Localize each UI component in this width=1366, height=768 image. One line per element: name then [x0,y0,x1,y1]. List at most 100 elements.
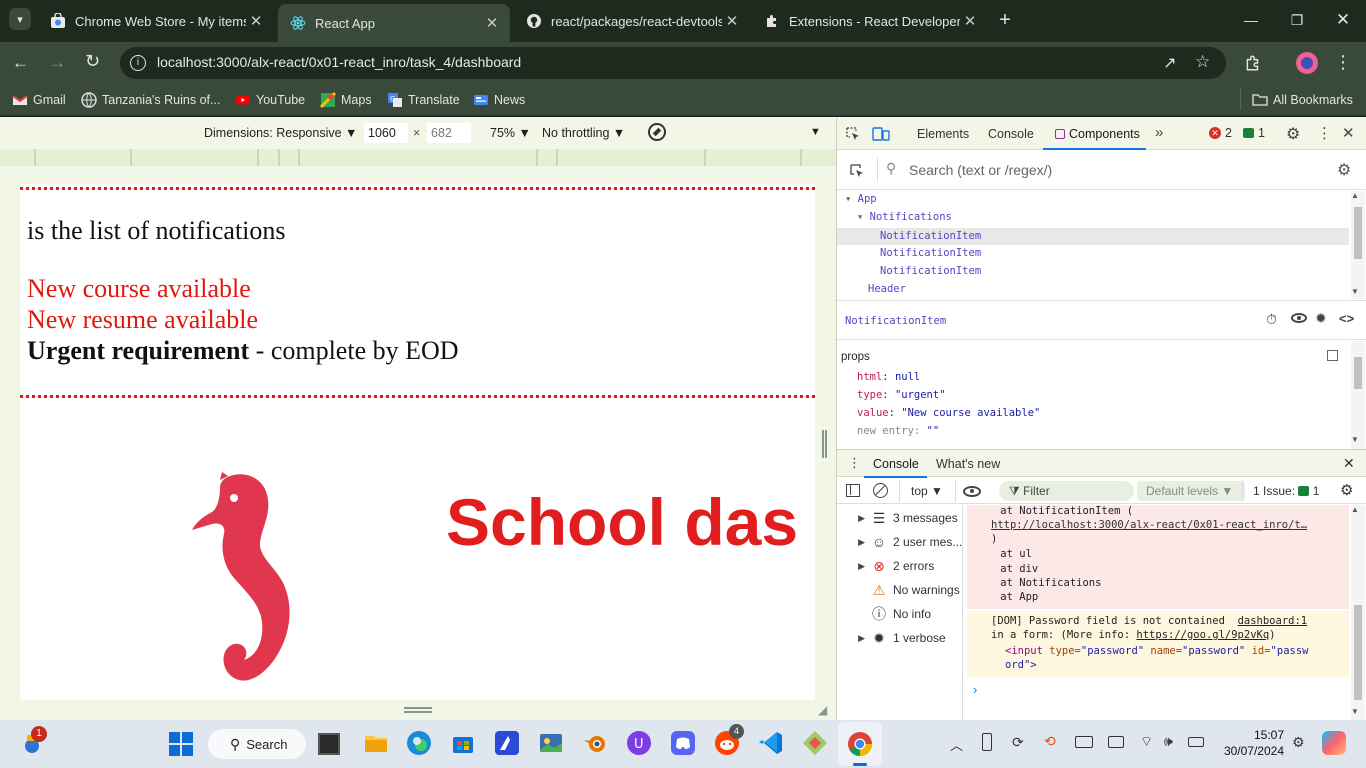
widgets-icon[interactable]: 1 [21,726,47,758]
tab-components[interactable]: Components [1043,117,1146,150]
more-tabs-icon[interactable]: » [1155,124,1163,141]
prop-value[interactable]: "" [927,425,940,437]
sidebar-item-warnings[interactable]: ⚠ No warnings [837,579,963,601]
prop-row[interactable]: value: "New course available" [857,407,1040,419]
bookmark-tanzania[interactable]: Tanzania's Ruins of... [81,90,220,110]
new-tab-button[interactable]: + [992,9,1018,33]
reddit-icon[interactable]: 4 [714,724,744,756]
tab-console[interactable]: Console [988,127,1034,141]
chrome-menu-button[interactable]: ⋮ [1334,52,1352,73]
select-element-icon[interactable] [849,163,865,179]
stack-link[interactable]: http://localhost:3000/alx-react/0x01-rea… [991,519,1307,531]
discord-icon[interactable] [670,730,696,756]
app-icon-blue[interactable] [494,730,520,756]
site-info-icon[interactable]: i [130,55,146,71]
bookmark-news[interactable]: News [473,90,525,110]
copy-props-icon[interactable] [1327,350,1338,361]
close-devtools-icon[interactable]: ✕ [1342,124,1355,142]
keyboard-icon[interactable] [1075,736,1093,748]
prop-value[interactable]: "New course available" [901,407,1040,419]
profile-avatar[interactable] [1296,52,1318,74]
issue-counter[interactable]: 1 [1243,126,1265,140]
view-source-icon[interactable]: <> [1339,311,1354,326]
display-icon[interactable] [1108,736,1124,748]
prop-row[interactable]: html: null [857,371,920,383]
components-settings-icon[interactable]: ⚙ [1337,160,1351,180]
update-icon[interactable]: ⟲ [1044,733,1056,750]
throttling-dropdown[interactable]: No throttling ▼ [542,126,625,140]
customize-menu-icon[interactable]: ⋮ [1317,124,1332,142]
close-icon[interactable]: ✕ [482,14,502,32]
address-bar[interactable]: i localhost:3000/alx-react/0x01-react_in… [120,47,1226,79]
height-input[interactable]: 682 [427,123,471,143]
tab-search-button[interactable]: ▾ [9,8,31,30]
bug-icon[interactable]: ✹ [1315,310,1327,327]
all-bookmarks[interactable]: All Bookmarks [1252,90,1353,110]
wifi-icon[interactable]: ⌔ [1140,733,1153,751]
bookmark-gmail[interactable]: Gmail [12,90,66,110]
drawer-tab-console[interactable]: Console [864,450,927,478]
notification-settings-icon[interactable]: ⚙ [1292,734,1305,751]
sidebar-item-verbose[interactable]: ▶ ✹ 1 verbose [837,627,963,649]
chrome-taskbar-active[interactable] [838,722,882,766]
volume-icon[interactable]: 🕪 [1164,733,1173,750]
app-icon-diamond[interactable] [802,730,828,756]
stopwatch-icon[interactable]: ⏱ [1266,311,1277,328]
error-counter[interactable]: ✕ 2 [1209,126,1232,140]
tab-chrome-web-store[interactable]: Chrome Web Store - My items ✕ [38,4,274,38]
close-icon[interactable]: ✕ [246,12,266,30]
console-filter-input[interactable]: ⧩ Filter [999,481,1134,501]
open-in-app-icon[interactable]: ↗ [1163,53,1176,73]
task-view-icon[interactable] [318,733,340,755]
sidebar-item-messages[interactable]: ▶ ☰ 3 messages [837,507,963,529]
sidebar-toggle-icon[interactable] [846,484,860,497]
dimensions-dropdown[interactable]: Dimensions: Responsive ▼ [204,126,357,140]
warning-code[interactable]: <input type="password" name="password" i… [1005,645,1308,657]
props-scrollbar[interactable]: ▼ [1351,341,1365,449]
close-window-button[interactable]: ✕ [1320,0,1366,40]
restore-button[interactable]: ❐ [1274,0,1320,40]
minimize-button[interactable]: — [1228,0,1274,40]
usb-icon[interactable] [982,733,992,751]
settings-gear-icon[interactable]: ⚙ [1286,124,1300,144]
bookmark-youtube[interactable]: YouTube [235,90,305,110]
tree-scrollbar[interactable]: ▲ ▼ [1351,191,1365,299]
resize-corner-icon[interactable]: ◢ [818,703,827,717]
more-info-link[interactable]: https://goo.gl/9p2vKq [1136,629,1269,641]
source-link[interactable]: dashboard:1 [1238,615,1308,627]
taskbar-search[interactable]: ⚲ Search [208,729,306,759]
start-button[interactable] [168,731,194,757]
close-icon[interactable]: ✕ [960,12,980,30]
bookmark-star-icon[interactable]: ☆ [1195,52,1210,72]
resize-handle-bottom[interactable] [404,707,432,713]
forward-button[interactable]: → [49,53,66,73]
console-settings-icon[interactable]: ⚙ [1340,481,1353,499]
clock[interactable]: 15:07 30/07/2024 [1222,728,1284,758]
prop-row-new[interactable]: new entry: "" [857,425,939,437]
clear-console-icon[interactable] [873,483,888,498]
url-text[interactable]: localhost:3000/alx-react/0x01-react_inro… [157,54,521,70]
resize-handle-right[interactable] [822,430,827,458]
blender-icon[interactable] [582,730,608,756]
proton-vpn-icon[interactable]: U [626,730,652,756]
close-drawer-icon[interactable]: ✕ [1343,455,1355,472]
photos-app-icon[interactable] [538,730,564,756]
sidebar-item-info[interactable]: ⓘ No info [837,603,963,625]
inspect-element-icon[interactable] [845,126,861,142]
sidebar-item-user-messages[interactable]: ▶ ☺ 2 user mes... [837,531,963,553]
console-scrollbar[interactable]: ▲ ▼ [1351,505,1365,720]
live-expression-eye-icon[interactable] [963,486,981,497]
context-selector[interactable]: top ▼ [911,484,943,498]
extensions-icon[interactable] [1244,54,1262,72]
tree-row-app[interactable]: ▾ App [845,193,877,211]
close-icon[interactable]: ✕ [722,12,742,30]
battery-icon[interactable] [1188,737,1204,747]
tree-row-notificationitem[interactable]: NotificationItem [880,265,981,283]
bookmark-maps[interactable]: Maps [320,90,372,110]
show-hidden-icons-chevron[interactable]: ︿ [950,735,963,754]
more-options-icon[interactable]: ▼ [810,126,821,138]
expand-arrow-icon[interactable]: ▾ [845,193,851,205]
search-input[interactable]: Search (text or /regex/) [909,162,1052,178]
tree-row-header[interactable]: Header [868,283,906,301]
issues-button[interactable]: 1 Issue: 1 [1253,484,1319,498]
